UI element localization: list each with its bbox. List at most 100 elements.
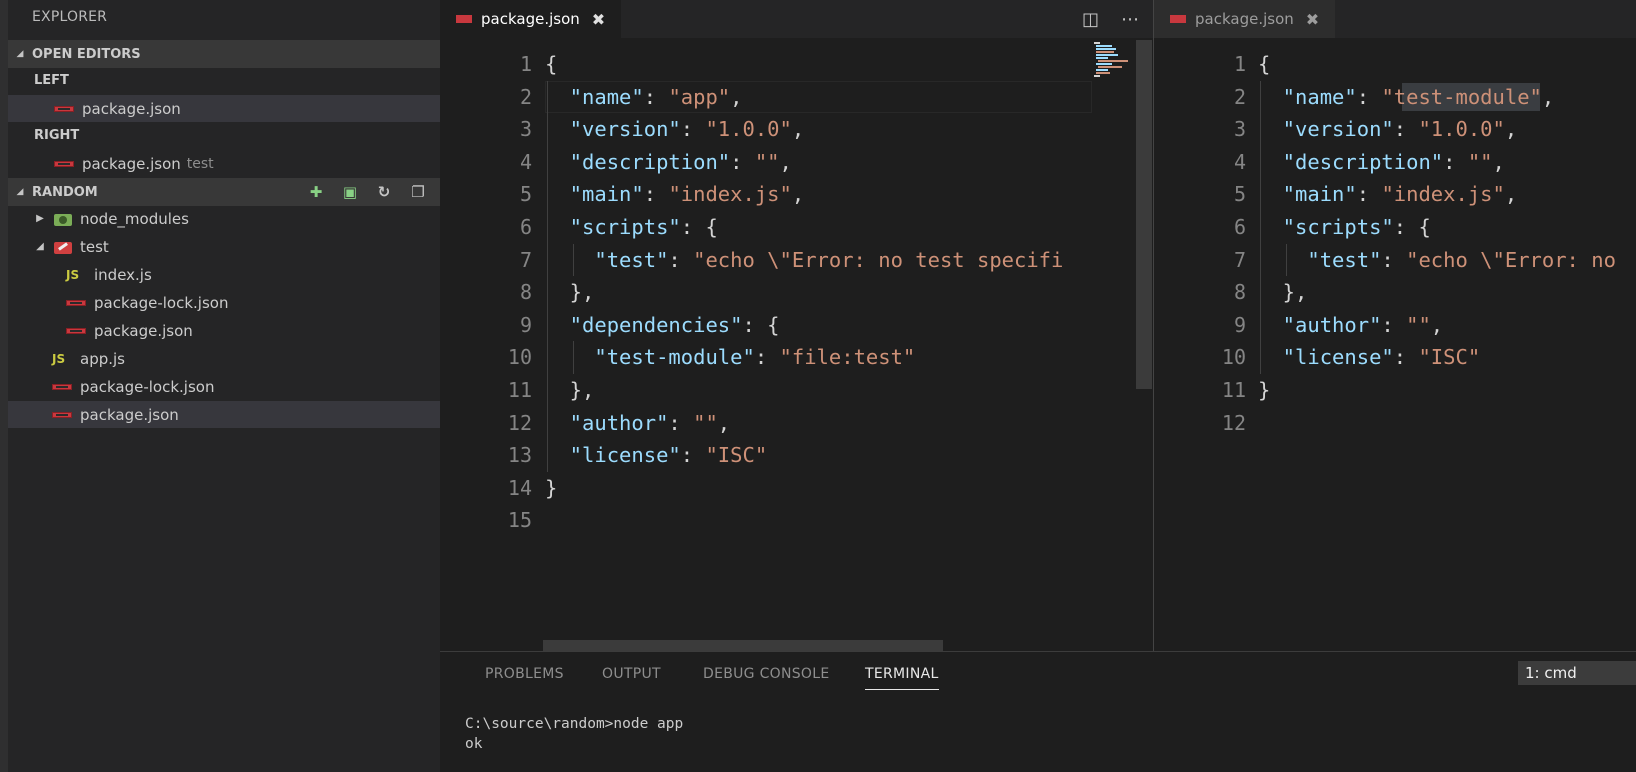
line-number: 11 [507, 378, 532, 402]
json-punctuation: : [680, 443, 706, 468]
line-number: 13 [507, 443, 532, 468]
refresh-icon[interactable]: ↻ [372, 183, 396, 201]
json-punctuation: : [1393, 345, 1419, 370]
editor-left-minimap[interactable] [1092, 40, 1136, 651]
line-number: 5 [519, 182, 532, 207]
file-description: test [186, 155, 214, 172]
open-editor-left-package-json[interactable]: package.json [8, 95, 440, 122]
npm-file-icon [54, 104, 74, 114]
code-line: "name": "app", [545, 81, 743, 113]
file-name: package.json [82, 99, 181, 118]
json-string: "test-module" [1381, 84, 1542, 109]
json-string: "" [754, 149, 780, 174]
line-number: 2 [519, 84, 532, 109]
code-line: { [545, 48, 557, 80]
json-punctuation: : [1381, 312, 1407, 337]
tab-output[interactable]: OUTPUT [602, 666, 661, 682]
code-line: { [1258, 48, 1270, 80]
open-editors-group-right: RIGHT [34, 128, 80, 143]
more-actions-icon[interactable]: ⋯ [1121, 9, 1139, 30]
tree-item-test-package-lock[interactable]: package-lock.json [8, 289, 440, 316]
tree-item-package-lock[interactable]: package-lock.json [8, 373, 440, 400]
folder-header-random[interactable]: ◢ RANDOM ✚ ▣ ↻ ❐ [8, 178, 440, 206]
line-number: 1 [1233, 52, 1246, 76]
code-line: "description": "", [545, 146, 792, 178]
tab-package-json-right[interactable]: package.json ✖ [1154, 0, 1336, 38]
json-punctuation: , [791, 117, 805, 142]
json-string: "1.0.0" [705, 117, 792, 142]
tree-item-app-js[interactable]: JS app.js [8, 345, 440, 372]
close-icon[interactable]: ✖ [1306, 10, 1319, 29]
line-number: 7 [519, 247, 532, 272]
json-punctuation: : { [1393, 215, 1431, 239]
json-punctuation: : [668, 410, 694, 435]
npm-file-icon [66, 298, 86, 308]
tree-item-label: index.js [94, 265, 152, 284]
json-key: "name" [1258, 84, 1357, 109]
tree-item-index-js[interactable]: JS index.js [8, 261, 440, 288]
code-line: "test": "echo \"Error: no test specifi [545, 244, 1063, 276]
terminal-select[interactable]: 1: cmd [1518, 661, 1636, 685]
line-number: 5 [1233, 182, 1246, 207]
npm-file-icon [66, 326, 86, 336]
editor-right-code[interactable]: 1 2 3 4 5 6 7 8 9 10 11 12{ "name": "test-module", … [1154, 40, 1636, 651]
new-folder-icon[interactable]: ▣ [338, 183, 362, 201]
line-number: 8 [1233, 280, 1246, 305]
line-number: 6 [1233, 215, 1246, 239]
editor-left-vertical-scrollbar[interactable] [1136, 40, 1152, 389]
tree-item-node-modules[interactable]: ▶ node_modules [8, 205, 440, 232]
json-punctuation: , [1492, 149, 1505, 174]
tab-label: package.json [1195, 10, 1294, 28]
json-punctuation: , [717, 410, 731, 435]
open-editor-right-package-json[interactable]: package.json test [8, 150, 440, 177]
json-string: "app" [668, 84, 731, 109]
json-key: "dependencies" [545, 312, 743, 337]
json-key: "test-module" [545, 345, 755, 370]
json-key: "test" [1258, 247, 1382, 272]
js-file-icon: JS [52, 351, 66, 366]
json-key: "description" [545, 149, 731, 174]
json-punctuation: { [545, 52, 558, 76]
chevron-down-icon: ◢ [16, 187, 24, 197]
chevron-right-icon: ▶ [36, 213, 44, 224]
line-number: 8 [519, 280, 532, 305]
tree-item-test[interactable]: ◢ test [8, 233, 440, 260]
open-editors-group-left: LEFT [34, 73, 69, 88]
json-punctuation: , [1541, 84, 1555, 109]
json-punctuation: : [643, 84, 669, 109]
tree-item-test-package-json[interactable]: package.json [8, 317, 440, 344]
tab-problems[interactable]: PROBLEMS [485, 666, 564, 682]
json-key: "main" [1258, 182, 1357, 207]
open-editors-label: OPEN EDITORS [32, 46, 141, 62]
editor-left-code[interactable]: 1 2 3 4 5 6 7 8 9 10 11 12 13 14 15{ "name": "app", "v… [440, 40, 1092, 651]
split-editor-icon[interactable]: ◫ [1082, 9, 1099, 30]
json-string: "file:test" [779, 345, 916, 370]
npm-file-icon [52, 382, 72, 392]
tree-item-package-json[interactable]: package.json [8, 401, 440, 428]
open-editors-header[interactable]: ◢ OPEN EDITORS [8, 40, 440, 68]
new-file-icon[interactable]: ✚ [304, 183, 328, 201]
test-folder-icon [54, 239, 74, 255]
json-punctuation: : [1443, 149, 1468, 174]
json-string: "" [693, 410, 718, 435]
code-line: "author": "", [1258, 309, 1443, 341]
json-punctuation: }, [545, 280, 595, 305]
tab-debug-console[interactable]: DEBUG CONSOLE [703, 666, 830, 682]
editor-left-tabbar: package.json ✖ ◫ ⋯ [440, 0, 1154, 38]
collapse-all-icon[interactable]: ❐ [406, 183, 430, 201]
line-number: 1 [519, 52, 532, 76]
json-punctuation: }, [1258, 280, 1308, 305]
code-line: "scripts": { [1258, 211, 1431, 243]
line-number: 15 [507, 508, 532, 533]
tab-package-json-left[interactable]: package.json ✖ [440, 0, 622, 38]
tab-terminal[interactable]: TERMINAL [865, 666, 939, 690]
line-number: 4 [1233, 149, 1246, 174]
json-punctuation: : [1381, 247, 1407, 272]
npm-file-icon [54, 159, 74, 169]
json-punctuation: , [779, 149, 792, 174]
json-punctuation: : [754, 345, 780, 370]
json-string: "" [1467, 149, 1493, 174]
close-icon[interactable]: ✖ [592, 10, 605, 29]
tree-item-label: app.js [80, 349, 125, 368]
npm-file-icon [1170, 15, 1186, 23]
